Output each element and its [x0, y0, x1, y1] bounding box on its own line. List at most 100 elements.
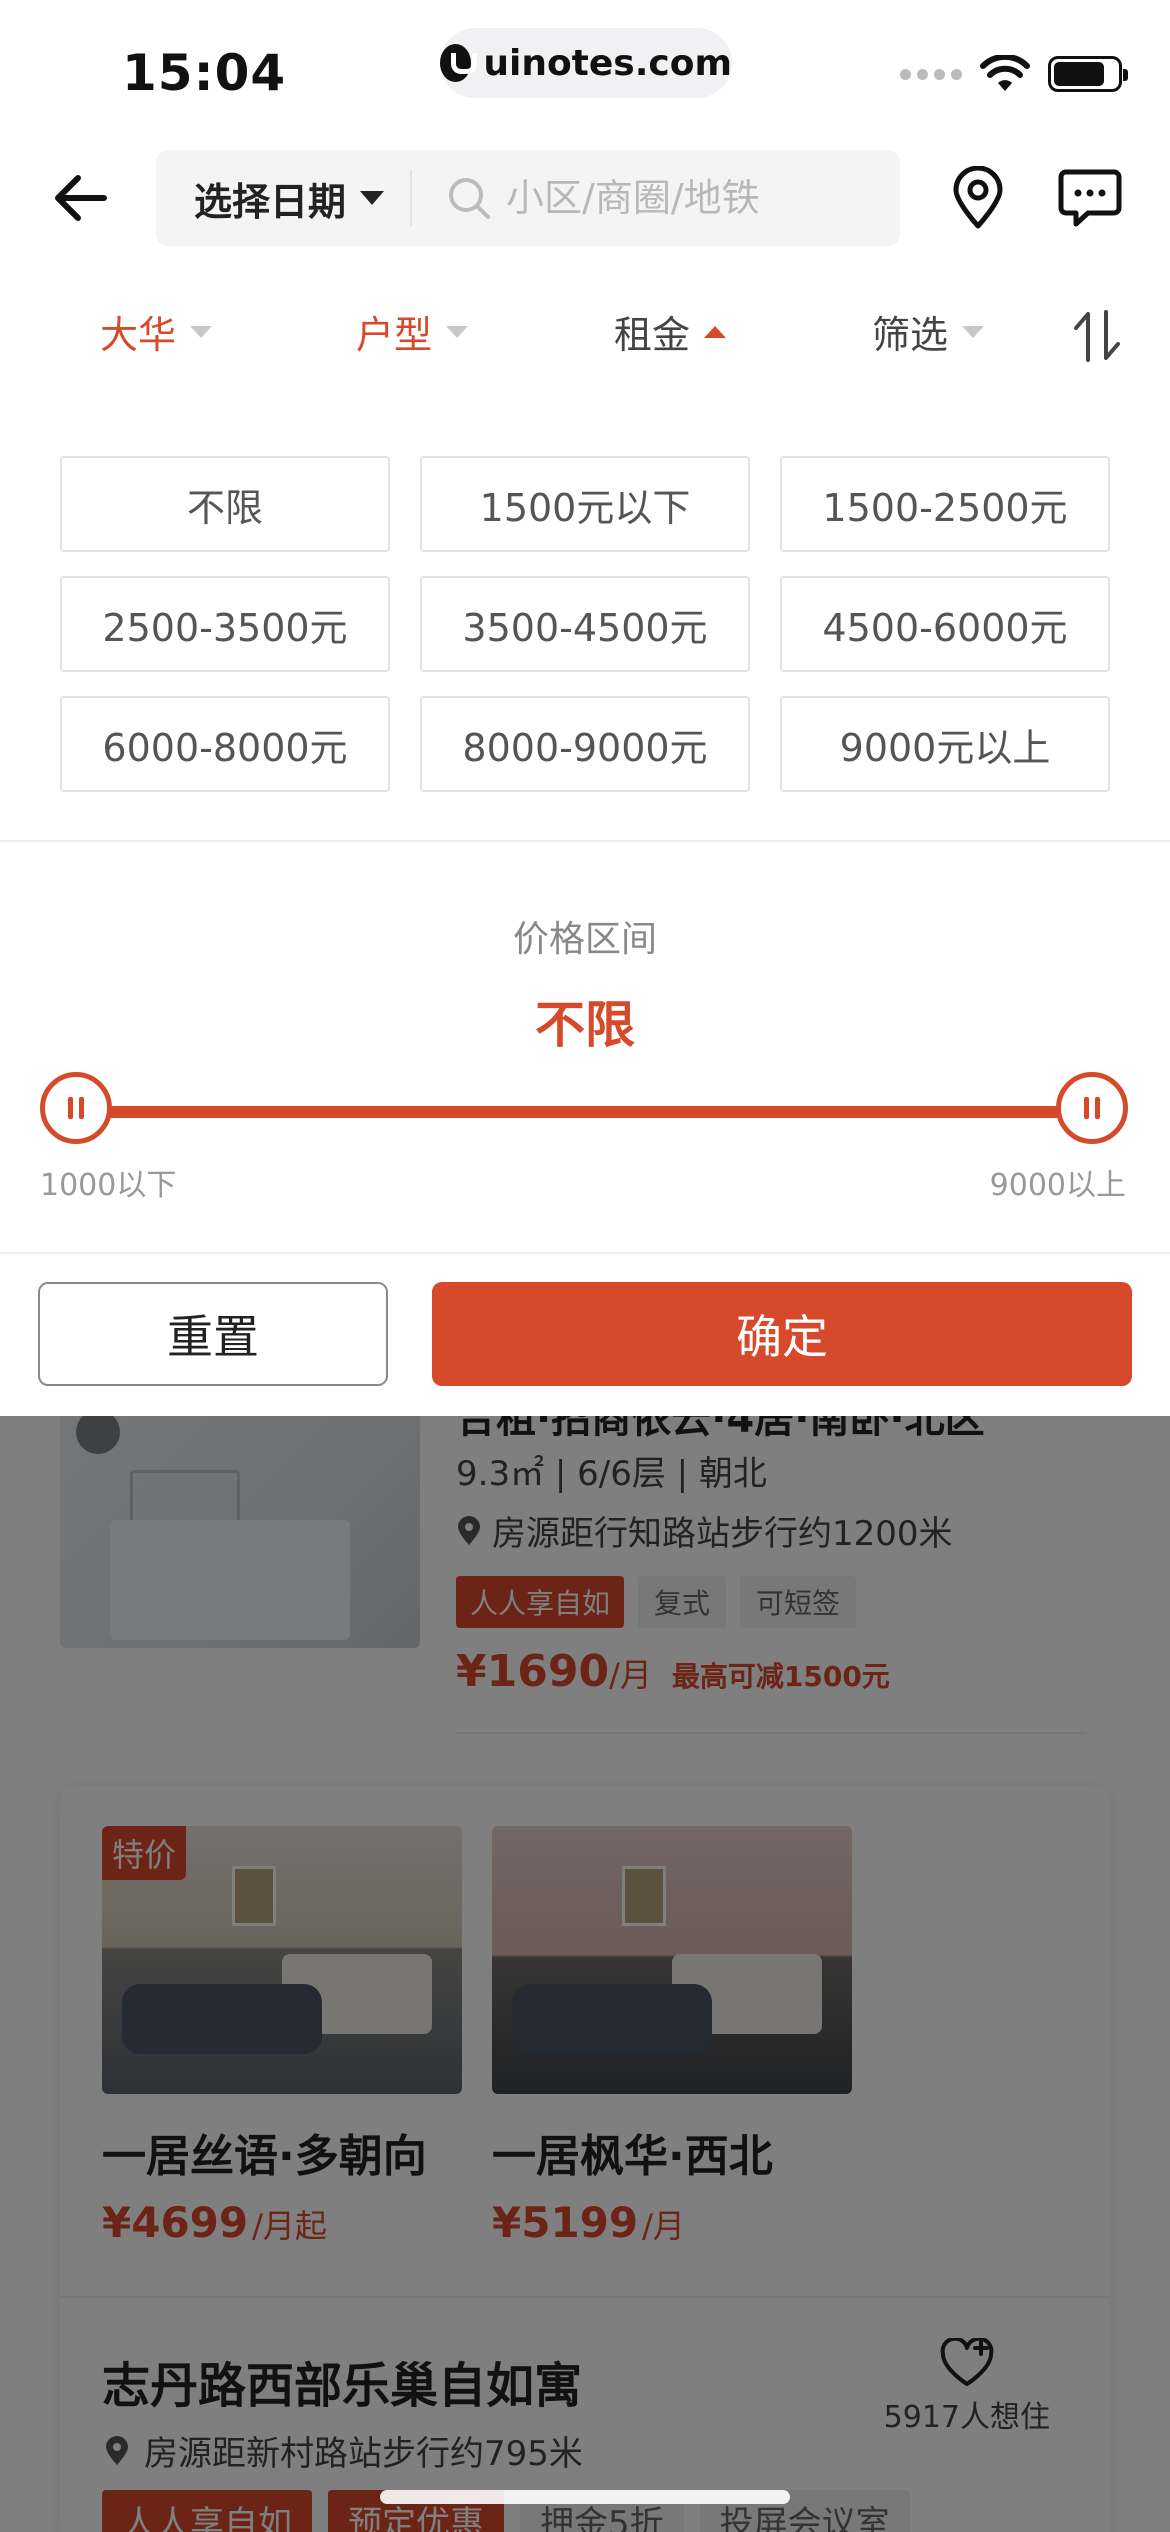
promo-text: 最高可减1500元: [671, 1660, 890, 1693]
apartment-card[interactable]: 特价 一居丝语·多朝向 ¥4699 /月起 一居枫华·西北 ¥5199 /月 志…: [60, 1786, 1110, 2532]
listing-photo: [60, 1416, 420, 1648]
price-unit: /月: [609, 1656, 652, 1694]
price-option[interactable]: 1500元以下: [420, 456, 750, 552]
apartment-title: 志丹路西部乐巢自如寓: [102, 2358, 583, 2414]
back-button[interactable]: [44, 162, 116, 234]
price-option[interactable]: 9000元以上: [780, 696, 1110, 792]
wifi-icon: [980, 55, 1030, 91]
tag: 人人享自如: [102, 2490, 312, 2532]
slider-min-label: 1000以下: [40, 1168, 177, 1203]
divider: [0, 840, 1170, 842]
filter-tab-label: 筛选: [872, 313, 949, 357]
caret-down-icon: [190, 325, 213, 338]
room-price: ¥4699: [102, 2198, 249, 2247]
status-bar: 15:04 uinotes.com: [0, 0, 1170, 140]
special-badge: 特价: [102, 1826, 187, 1880]
nav-bar: 选择日期: [0, 140, 1170, 260]
back-arrow-icon: [55, 175, 107, 221]
apartment-distance: 房源距新村路站步行约795米: [104, 2426, 583, 2475]
site-logo-icon: [440, 44, 478, 82]
filter-tab-rent[interactable]: 租金: [614, 304, 727, 359]
list-item[interactable]: 合租·招商依云·4居·南卧·北区 9.3㎡ | 6/6层 | 朝北 房源距行知路…: [0, 1416, 1170, 1736]
slider-max-handle[interactable]: [1056, 1072, 1128, 1144]
chat-bubble-icon: [1058, 169, 1122, 227]
price-option[interactable]: 6000-8000元: [60, 696, 390, 792]
price-option[interactable]: 3500-4500元: [420, 576, 750, 672]
filter-tab-label: 户型: [356, 313, 433, 357]
room-price-row: ¥4699 /月起: [102, 2198, 462, 2247]
price-option[interactable]: 8000-9000元: [420, 696, 750, 792]
listing-tags: 人人享自如 复式 可短签: [456, 1576, 857, 1628]
message-button[interactable]: [1054, 162, 1126, 234]
price-option[interactable]: 1500-2500元: [780, 456, 1110, 552]
filter-tab-district[interactable]: 大华: [100, 304, 213, 359]
filter-tab-label: 租金: [614, 313, 691, 357]
filter-tab-more[interactable]: 筛选: [872, 304, 985, 359]
listing-price-row: ¥1690/月 最高可减1500元: [456, 1646, 890, 1697]
distance-text: 房源距新村路站步行约795米: [144, 2434, 583, 2474]
price-filter-panel: 不限 1500元以下 1500-2500元 2500-3500元 3500-45…: [0, 380, 1170, 1416]
status-indicators: [900, 55, 1128, 93]
sort-icon: [1074, 310, 1120, 362]
favorite-count: 5917人想住: [883, 2400, 1050, 2435]
listing-feed: 合租·招商依云·4居·南卧·北区 9.3㎡ | 6/6层 | 朝北 房源距行知路…: [0, 1416, 1170, 2532]
url-pill[interactable]: uinotes.com: [440, 28, 732, 98]
price-option[interactable]: 不限: [60, 456, 390, 552]
divider: [456, 1732, 1086, 1734]
divider: [60, 2296, 1110, 2298]
location-pin-icon: [458, 1515, 480, 1545]
tag: 人人享自如: [456, 1576, 625, 1628]
range-title: 价格区间: [512, 919, 657, 960]
confirm-button[interactable]: 确定: [432, 1282, 1132, 1386]
battery-icon: [1048, 56, 1128, 92]
caret-down-icon: [962, 325, 985, 338]
room-name: 一居枫华·西北: [492, 2131, 773, 2182]
location-button[interactable]: [942, 162, 1014, 234]
search-input[interactable]: [506, 176, 867, 220]
room-item[interactable]: 一居枫华·西北 ¥5199 /月: [492, 1826, 852, 2247]
home-indicator: [380, 2490, 790, 2504]
listing-price: ¥1690: [456, 1646, 610, 1697]
range-value: 不限: [535, 996, 635, 1054]
listing-distance: 房源距行知路站步行约1200米: [456, 1506, 953, 1555]
location-pin-icon: [106, 2435, 128, 2465]
url-text: uinotes.com: [483, 42, 732, 84]
caret-up-icon: [704, 325, 727, 338]
price-unit: /月: [642, 2207, 685, 2245]
search-icon: [446, 175, 492, 221]
signal-icon: [900, 68, 962, 80]
map-pin-icon: [953, 166, 1003, 229]
price-options: 不限 1500元以下 1500-2500元 2500-3500元 3500-45…: [60, 456, 1110, 792]
distance-text: 房源距行知路站步行约1200米: [492, 1514, 953, 1554]
room-photo: [492, 1826, 852, 2094]
heart-plus-icon: [940, 2338, 994, 2386]
price-slider-track[interactable]: [76, 1106, 1092, 1118]
listing-title: 合租·招商依云·4居·南卧·北区: [456, 1416, 985, 1442]
video-play-icon: [76, 1416, 120, 1454]
room-name: 一居丝语·多朝向: [102, 2131, 427, 2182]
room-photo: 特价: [102, 1826, 462, 2094]
filter-tab-label: 大华: [100, 313, 177, 357]
favorite-button[interactable]: 5917人想住: [884, 2338, 1050, 2436]
reset-button[interactable]: 重置: [38, 1282, 388, 1386]
filter-tabs: 大华 户型 租金 筛选: [0, 290, 1170, 380]
caret-down-icon: [360, 191, 385, 205]
listing-meta: 9.3㎡ | 6/6层 | 朝北: [456, 1454, 767, 1494]
slider-min-handle[interactable]: [40, 1072, 112, 1144]
room-item[interactable]: 特价 一居丝语·多朝向 ¥4699 /月起: [102, 1826, 462, 2247]
caret-down-icon: [446, 325, 469, 338]
search-box: 选择日期: [156, 150, 900, 246]
sort-button[interactable]: [1068, 306, 1128, 366]
date-select-label: 选择日期: [194, 179, 347, 224]
room-price: ¥5199: [492, 2198, 639, 2247]
tag: 复式: [638, 1576, 727, 1628]
price-option[interactable]: 2500-3500元: [60, 576, 390, 672]
slider-max-label: 9000以上: [989, 1168, 1126, 1203]
date-select[interactable]: 选择日期: [156, 170, 413, 226]
status-time: 15:04: [122, 44, 287, 102]
filter-tab-layout[interactable]: 户型: [356, 304, 469, 359]
price-option[interactable]: 4500-6000元: [780, 576, 1110, 672]
room-price-row: ¥5199 /月: [492, 2198, 852, 2247]
tag: 可短签: [740, 1576, 857, 1628]
price-unit: /月起: [252, 2207, 327, 2245]
